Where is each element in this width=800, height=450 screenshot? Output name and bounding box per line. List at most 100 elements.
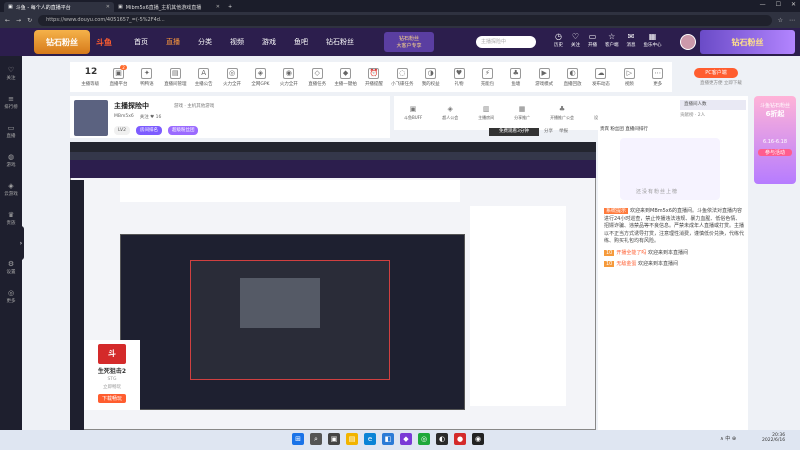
- nav-video[interactable]: 视频: [230, 37, 244, 47]
- nav-live[interactable]: 直播: [166, 37, 180, 47]
- sidebar-item-follow[interactable]: ♡ 关注: [7, 66, 16, 81]
- task-view-icon[interactable]: ▣: [328, 433, 340, 445]
- report-button[interactable]: 举报: [559, 128, 568, 134]
- toolbar-item[interactable]: ☁ 发布动态: [587, 67, 615, 87]
- folder-icon[interactable]: ▤: [346, 433, 358, 445]
- toolbar-item[interactable]: ▶ 游戏模式: [530, 67, 558, 87]
- toolbar-item[interactable]: ▷ 视频: [615, 67, 643, 87]
- header-client[interactable]: ☆ 客户端: [605, 32, 619, 48]
- room-thumbnail[interactable]: [74, 100, 108, 136]
- diamond-promo-badge[interactable]: 钻石粉丝 大客户专享: [384, 32, 434, 52]
- header-follow[interactable]: ♡ 关注: [571, 32, 580, 48]
- toolbar-item[interactable]: ◎ 火力全开: [218, 67, 246, 87]
- super-fan-button[interactable]: 超级粉丝团: [167, 126, 199, 135]
- tab-close-icon[interactable]: ✕: [216, 4, 220, 10]
- close-icon[interactable]: ✕: [791, 1, 796, 8]
- promo-button[interactable]: 参与活动: [758, 149, 792, 156]
- room-rank-button[interactable]: 房间排名: [135, 126, 162, 135]
- toolbar-item[interactable]: ◌ 小飞碟任务: [388, 67, 416, 87]
- header-messages[interactable]: ✉ 消息: [627, 32, 636, 48]
- steam-icon[interactable]: ◐: [436, 433, 448, 445]
- forward-icon[interactable]: →: [16, 17, 21, 24]
- nav-fishbar[interactable]: 鱼吧: [294, 37, 308, 47]
- sidebar-item-rank[interactable]: ≡ 排行榜: [4, 95, 18, 110]
- free-watch-button[interactable]: 免费观看3分钟: [489, 128, 539, 136]
- new-tab-button[interactable]: +: [224, 2, 236, 12]
- toolbar-item[interactable]: ◈ 全网GPK: [246, 67, 274, 87]
- url-input[interactable]: https://www.douyu.com/4051657_=(-5%2F4d.…: [38, 14, 772, 26]
- store-icon[interactable]: ◧: [382, 433, 394, 445]
- douyu-logo[interactable]: 斗鱼: [96, 37, 112, 48]
- toolbar-item[interactable]: 12 主播等级: [76, 67, 104, 87]
- game-cta-text: 立即畅玩: [103, 385, 121, 390]
- header-history[interactable]: ◷ 历史: [554, 32, 563, 48]
- nav-category[interactable]: 分类: [198, 37, 212, 47]
- share-button[interactable]: 分享: [544, 128, 553, 134]
- toolbar-item[interactable]: ◆ 主播一键拍: [331, 67, 359, 87]
- room-category[interactable]: 游戏 · 主机其他游戏: [174, 103, 214, 109]
- star-icon[interactable]: ☆: [778, 17, 783, 24]
- rank-tabs[interactable]: 贵宾 粉丝团 直播间排行: [600, 126, 746, 132]
- avatar[interactable]: [680, 34, 696, 50]
- start-icon[interactable]: ⊞: [292, 433, 304, 445]
- host-tool-item[interactable]: ▥ 主播房间: [478, 105, 494, 121]
- obs-icon[interactable]: ◉: [472, 433, 484, 445]
- maximize-icon[interactable]: ☐: [776, 1, 781, 8]
- toolbar-item[interactable]: ▤ 直播间管理: [161, 67, 189, 87]
- toolbar-item[interactable]: A 主播公告: [190, 67, 218, 87]
- toolbar-item[interactable]: ⋯ 更多: [644, 67, 672, 87]
- browser-tab[interactable]: ▣ Mibm5x6直播_主机其他游戏直播 ✕: [114, 2, 224, 12]
- browser-tab-active[interactable]: ▣ 斗鱼 - 每个人的直播平台 ✕: [4, 2, 114, 12]
- sidebar-item-game[interactable]: ◍ 游戏: [7, 153, 16, 168]
- toolbar-item[interactable]: ◉ 火力全开: [275, 67, 303, 87]
- douyu-app-icon[interactable]: ●: [454, 433, 466, 445]
- nav-home[interactable]: 首页: [134, 37, 148, 47]
- system-tray[interactable]: ∧ 中 ⊕: [720, 435, 736, 442]
- reload-icon[interactable]: ↻: [27, 17, 32, 24]
- contribution-rank[interactable]: 贡献榜 · 2人: [680, 112, 705, 118]
- toolbar-item[interactable]: ⚡ 充能包: [473, 67, 501, 87]
- sidebar-item-live[interactable]: ▭ 直播: [7, 124, 16, 139]
- host-tool-item[interactable]: ♣ 开播推广公会: [550, 105, 574, 121]
- host-tool-item[interactable]: ◈ 超人公会: [442, 105, 458, 121]
- diamond-fan-logo[interactable]: 钻石粉丝: [34, 30, 90, 54]
- pc-client-button[interactable]: PC客户端: [694, 68, 738, 78]
- toolbar-item[interactable]: ⏰ 开播提醒: [360, 67, 388, 87]
- toolbar-item[interactable]: ✦ 鸭鸭语: [133, 67, 161, 87]
- toolbar-item[interactable]: ◑ 我的权益: [417, 67, 445, 87]
- toolbar-item[interactable]: ◐ 直播回放: [558, 67, 586, 87]
- toolbar-item[interactable]: ♣ 鱼塘: [502, 67, 530, 87]
- nav-diamond[interactable]: 钻石粉丝: [326, 37, 354, 47]
- host-tool-item[interactable]: ▦ 分享推广: [514, 105, 530, 121]
- back-icon[interactable]: ←: [5, 17, 10, 24]
- toolbar-item[interactable]: ◇ 直播任务: [303, 67, 331, 87]
- room-owner[interactable]: MBm5x6: [114, 114, 134, 120]
- app-icon[interactable]: ◆: [400, 433, 412, 445]
- search-input[interactable]: 主播探险中: [476, 36, 536, 48]
- search-icon[interactable]: ⌕: [310, 433, 322, 445]
- taskbar-clock[interactable]: 20:36 2022/6/16: [762, 433, 785, 443]
- nav-game[interactable]: 游戏: [262, 37, 276, 47]
- menu-icon[interactable]: ⋯: [789, 17, 795, 24]
- game-promo-card[interactable]: 斗 生死狙击2 STG 立即畅玩 下载畅玩: [84, 340, 140, 410]
- toolbar-item-icon: ◈: [254, 67, 266, 79]
- header-start-live[interactable]: ▭ 开播: [588, 32, 597, 48]
- sidebar-item-noble[interactable]: ♛ 贵族: [7, 211, 16, 226]
- sidebar-item-settings[interactable]: ⚙ 设置: [7, 260, 16, 275]
- host-tool-item[interactable]: ▣ 斗鱼BUFF: [404, 105, 422, 121]
- room-follow-count[interactable]: 关注 ♥ 16: [140, 114, 162, 120]
- edge-icon[interactable]: e: [364, 433, 376, 445]
- sidebar-collapse-icon[interactable]: ›: [18, 226, 24, 260]
- tab-close-icon[interactable]: ✕: [106, 4, 110, 10]
- toolbar-item[interactable]: ▣ 2 直播平台: [104, 64, 132, 87]
- download-button[interactable]: 下载畅玩: [97, 394, 126, 403]
- xbox-icon[interactable]: ◎: [418, 433, 430, 445]
- diamond-side-promo[interactable]: 斗鱼钻石粉丝 6折起 6.16-6.18 参与活动: [754, 96, 796, 184]
- toolbar-item[interactable]: ♥ 礼物: [445, 67, 473, 87]
- sidebar-item-more[interactable]: ◎ 更多: [7, 289, 16, 304]
- header-right-promo[interactable]: 钻石粉丝: [700, 30, 795, 54]
- game-logo: 斗: [98, 344, 126, 364]
- minimize-icon[interactable]: —: [760, 1, 766, 8]
- sidebar-item-cloudgame[interactable]: ◈ 云游戏: [4, 182, 18, 197]
- header-fun-center[interactable]: ▦ 鱼乐中心: [644, 32, 662, 48]
